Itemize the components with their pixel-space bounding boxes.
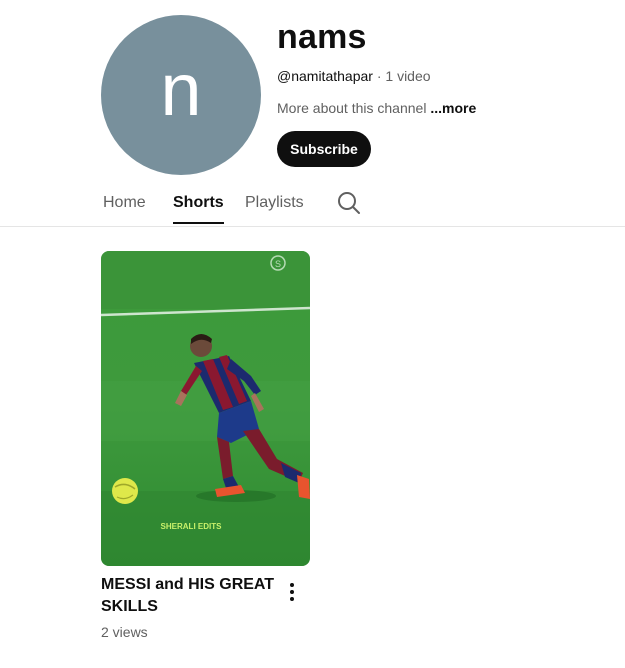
channel-page: n nams @namitathapar · 1 video More abou…	[0, 0, 625, 668]
subscribe-button[interactable]: Subscribe	[277, 131, 371, 167]
search-icon[interactable]	[336, 190, 362, 216]
video-watermark-text: SHERALI EDITS	[161, 522, 223, 531]
channel-meta: @namitathapar · 1 video	[277, 68, 431, 84]
channel-about[interactable]: More about this channel ...more	[277, 100, 476, 116]
channel-handle: @namitathapar	[277, 68, 373, 84]
short-title[interactable]: MESSI and HIS GREAT SKILLS	[101, 574, 281, 618]
tab-shorts[interactable]: Shorts	[173, 194, 224, 224]
meta-separator: ·	[372, 68, 386, 84]
tab-playlists[interactable]: Playlists	[245, 194, 304, 224]
short-thumbnail[interactable]: S SHERALI EDITS	[101, 251, 310, 566]
about-more-link[interactable]: ...more	[430, 100, 476, 116]
channel-avatar[interactable]: n	[101, 15, 261, 175]
tab-home[interactable]: Home	[103, 194, 146, 224]
svg-text:S: S	[275, 259, 281, 269]
video-count: 1 video	[385, 68, 431, 84]
channel-tabs: Home Shorts Playlists	[0, 184, 625, 227]
channel-name: nams	[277, 18, 367, 56]
short-views: 2 views	[101, 624, 148, 640]
more-vert-icon[interactable]	[284, 580, 300, 604]
avatar-letter: n	[160, 48, 202, 131]
about-text: More about this channel	[277, 100, 431, 116]
ball-icon	[112, 478, 138, 504]
